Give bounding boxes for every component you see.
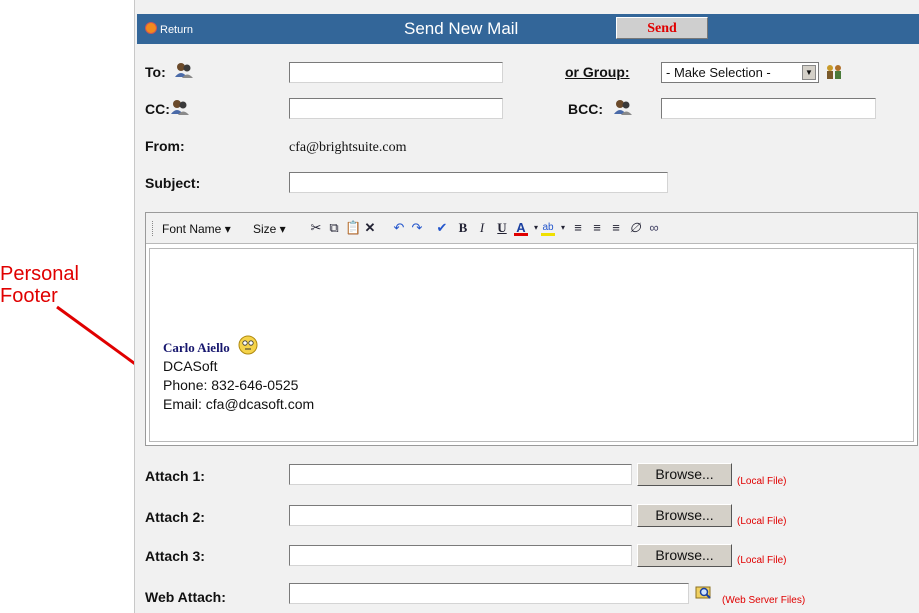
font-name-select[interactable]: Font Name ▾ <box>162 222 231 236</box>
message-body[interactable]: Carlo Aiello DCASoft Phone: 832-646-0525… <box>149 248 914 442</box>
from-value: cfa@brightsuite.com <box>289 140 407 155</box>
to-input[interactable] <box>289 62 503 83</box>
send-button[interactable]: Send <box>616 17 708 39</box>
signature: Carlo Aiello DCASoft Phone: 832-646-0525… <box>163 335 315 414</box>
return-label: Return <box>160 24 194 36</box>
italic-icon[interactable]: I <box>475 221 489 235</box>
web-attach-label: Web Attach: <box>145 589 226 605</box>
attach-3-label: Attach 3: <box>145 548 205 564</box>
eraser-icon[interactable]: ∅ <box>628 221 642 235</box>
undo-icon[interactable]: ↶ <box>392 221 406 235</box>
group-select[interactable]: - Make Selection - ▼ <box>661 62 819 83</box>
attach-2-label: Attach 2: <box>145 509 205 525</box>
attach-3-note: (Local File) <box>737 555 787 566</box>
bcc-input[interactable] <box>661 98 876 119</box>
spellcheck-icon[interactable]: ✔ <box>435 221 449 235</box>
toolbar-grip <box>152 221 155 236</box>
editor-toolbar: Font Name ▾ Size ▾ ✂ ⧉ 📋 ✕ ↶ ↷ ✔ B I U A… <box>146 213 917 244</box>
align-left-icon[interactable]: ≡ <box>571 221 585 235</box>
font-size-select[interactable]: Size ▾ <box>253 222 286 236</box>
web-attach-input[interactable] <box>289 583 689 604</box>
signature-phone: Phone: 832-646-0525 <box>163 377 299 393</box>
link-icon[interactable]: ∞ <box>647 221 661 235</box>
attach-1-label: Attach 1: <box>145 468 205 484</box>
group-people-icon[interactable] <box>825 63 845 81</box>
web-attach-note: (Web Server Files) <box>722 595 806 606</box>
address-book-icon[interactable] <box>170 98 190 116</box>
smiley-icon <box>238 335 258 354</box>
paste-icon[interactable]: 📋 <box>345 221 361 235</box>
cut-icon[interactable]: ✂ <box>309 221 323 235</box>
browse-button-3[interactable]: Browse... <box>637 544 732 567</box>
chevron-down-icon[interactable]: ▾ <box>556 221 570 235</box>
cc-input[interactable] <box>289 98 503 119</box>
group-select-value: - Make Selection - <box>666 65 771 80</box>
browse-button-2[interactable]: Browse... <box>637 504 732 527</box>
chevron-down-icon: ▼ <box>802 65 816 80</box>
delete-icon[interactable]: ✕ <box>363 221 377 235</box>
return-link[interactable]: Return <box>145 22 193 36</box>
subject-input[interactable] <box>289 172 668 193</box>
signature-email: Email: cfa@dcasoft.com <box>163 396 315 412</box>
signature-name: Carlo Aiello <box>163 340 230 355</box>
browse-button-1[interactable]: Browse... <box>637 463 732 486</box>
cc-label: CC: <box>145 101 170 117</box>
attach-2-note: (Local File) <box>737 516 787 527</box>
copy-icon[interactable]: ⧉ <box>327 221 341 235</box>
attach-1-note: (Local File) <box>737 476 787 487</box>
underline-icon[interactable]: U <box>495 221 509 235</box>
redo-icon[interactable]: ↷ <box>410 221 424 235</box>
align-center-icon[interactable]: ≡ <box>590 221 604 235</box>
from-label: From: <box>145 138 185 154</box>
font-color-icon[interactable]: A <box>514 221 528 236</box>
address-book-icon[interactable] <box>174 61 194 79</box>
to-label: To: <box>145 64 166 80</box>
return-icon <box>145 22 157 34</box>
message-editor: Font Name ▾ Size ▾ ✂ ⧉ 📋 ✕ ↶ ↷ ✔ B I U A… <box>145 212 918 446</box>
align-right-icon[interactable]: ≡ <box>609 221 623 235</box>
header-bar: Return Send New Mail Send <box>137 14 919 44</box>
highlight-color-icon[interactable]: ab <box>541 221 555 236</box>
attach-1-input[interactable] <box>289 464 632 485</box>
annotation-line-2: Footer <box>0 285 58 307</box>
attach-2-input[interactable] <box>289 505 632 526</box>
attach-3-input[interactable] <box>289 545 632 566</box>
page-title: Send New Mail <box>404 19 519 38</box>
address-book-icon[interactable] <box>613 98 633 116</box>
annotation-label: Personal Footer <box>0 263 120 307</box>
signature-company: DCASoft <box>163 358 218 374</box>
group-label: or Group: <box>565 64 630 80</box>
bcc-label: BCC: <box>568 101 603 117</box>
annotation-line-1: Personal <box>0 263 79 285</box>
bold-icon[interactable]: B <box>456 221 470 235</box>
subject-label: Subject: <box>145 175 201 191</box>
folder-search-icon[interactable] <box>695 584 713 600</box>
